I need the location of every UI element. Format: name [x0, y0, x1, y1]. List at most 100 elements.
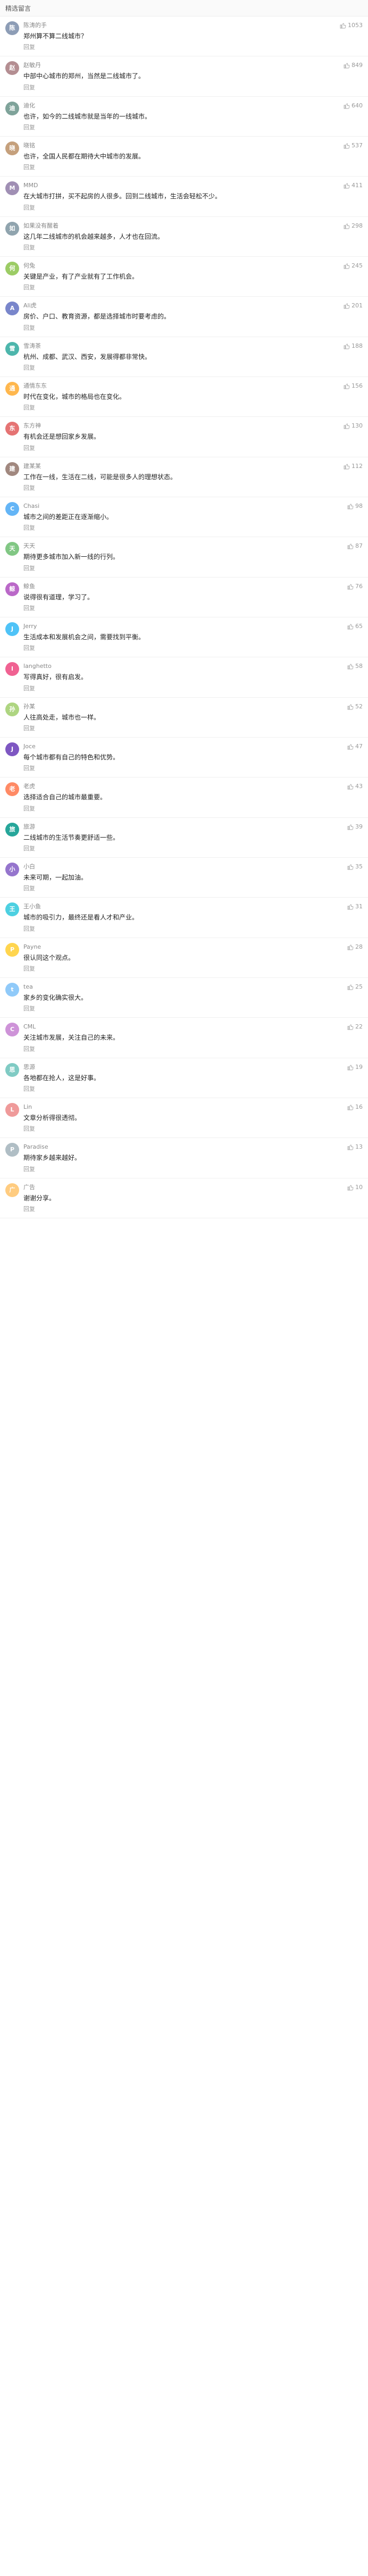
like-button[interactable]: 19 [347, 1063, 363, 1072]
reply-button[interactable]: 回复 [23, 884, 35, 893]
reply-button[interactable]: 回复 [23, 1045, 35, 1053]
like-button[interactable]: 35 [347, 863, 363, 871]
like-button[interactable]: 52 [347, 702, 363, 711]
reply-button[interactable]: 回复 [23, 404, 35, 412]
like-button[interactable]: 65 [347, 622, 363, 631]
like-button[interactable]: 31 [347, 902, 363, 911]
reply-button[interactable]: 回复 [23, 1005, 35, 1013]
reply-button[interactable]: 回复 [23, 925, 35, 933]
like-count: 19 [355, 1063, 363, 1070]
comment-text: 关键是产业，有了产业就有了工作机会。 [23, 272, 139, 280]
like-button[interactable]: 1053 [340, 21, 363, 30]
comment-text: 房价、户口、教育资源，都是选择城市时要考虑的。 [23, 313, 171, 321]
avatar[interactable]: L [5, 1102, 19, 1117]
comment-footer: 回复 [23, 123, 363, 132]
reply-button[interactable]: 回复 [23, 244, 35, 252]
reply-button[interactable]: 回复 [23, 43, 35, 52]
avatar[interactable]: 赵 [5, 61, 19, 76]
like-button[interactable]: 245 [344, 262, 363, 270]
avatar[interactable]: C [5, 501, 19, 516]
reply-button[interactable]: 回复 [23, 684, 35, 693]
avatar[interactable]: P [5, 942, 19, 957]
like-button[interactable]: 87 [347, 542, 363, 550]
reply-button[interactable]: 回复 [23, 204, 35, 212]
like-button[interactable]: 130 [344, 422, 363, 430]
like-button[interactable]: 76 [347, 582, 363, 591]
like-button[interactable]: 43 [347, 782, 363, 791]
reply-button[interactable]: 回复 [23, 604, 35, 613]
like-button[interactable]: 25 [347, 983, 363, 991]
avatar[interactable]: 广 [5, 1183, 19, 1197]
reply-button[interactable]: 回复 [23, 283, 35, 292]
avatar[interactable]: 思 [5, 1063, 19, 1077]
avatar[interactable]: 陈 [5, 21, 19, 35]
reply-button[interactable]: 回复 [23, 844, 35, 853]
avatar[interactable]: t [5, 982, 19, 997]
avatar[interactable]: 何 [5, 261, 19, 275]
like-button[interactable]: 98 [347, 502, 363, 511]
reply-button[interactable]: 回复 [23, 484, 35, 492]
avatar[interactable]: A [5, 302, 19, 316]
avatar[interactable]: 建 [5, 462, 19, 476]
avatar[interactable]: J [5, 622, 19, 636]
reply-button[interactable]: 回复 [23, 444, 35, 453]
reply-button[interactable]: 回复 [23, 364, 35, 372]
reply-button[interactable]: 回复 [23, 1205, 35, 1214]
reply-button[interactable]: 回复 [23, 324, 35, 332]
avatar[interactable]: 旅 [5, 822, 19, 837]
avatar[interactable]: 小 [5, 862, 19, 876]
like-button[interactable]: 47 [347, 742, 363, 751]
avatar[interactable]: 迪 [5, 101, 19, 115]
reply-button[interactable]: 回复 [23, 644, 35, 653]
comment-text: 有机会还是想回家乡发展。 [23, 433, 101, 441]
like-button[interactable]: 28 [347, 943, 363, 951]
reply-button[interactable]: 回复 [23, 724, 35, 733]
avatar[interactable]: 老 [5, 782, 19, 797]
like-button[interactable]: 537 [344, 141, 363, 150]
avatar[interactable]: 孙 [5, 702, 19, 716]
avatar[interactable]: P [5, 1143, 19, 1157]
like-button[interactable]: 10 [347, 1183, 363, 1192]
comment-meta: 雪涛茶 188 [23, 341, 363, 351]
avatar[interactable]: C [5, 1023, 19, 1037]
reply-button[interactable]: 回复 [23, 764, 35, 773]
avatar[interactable]: 鲸 [5, 582, 19, 596]
like-button[interactable]: 112 [344, 462, 363, 471]
comment-username: 王小鱼 [23, 903, 41, 910]
avatar[interactable]: 通 [5, 381, 19, 396]
avatar[interactable]: l [5, 662, 19, 676]
avatar[interactable]: 如 [5, 221, 19, 236]
avatar[interactable]: 天 [5, 542, 19, 556]
like-button[interactable]: 640 [344, 102, 363, 110]
reply-button[interactable]: 回复 [23, 83, 35, 92]
like-button[interactable]: 58 [347, 662, 363, 671]
avatar[interactable]: M [5, 181, 19, 196]
avatar[interactable]: 王 [5, 902, 19, 917]
reply-button[interactable]: 回复 [23, 1085, 35, 1093]
reply-button[interactable]: 回复 [23, 805, 35, 813]
comment-page: 精选留言 陈陈涛的手 1053 郑州算不算二线城市？ 回复赵赵敏丹 849 中部中心城市的… [0, 0, 368, 1218]
like-button[interactable]: 188 [344, 342, 363, 350]
like-button[interactable]: 298 [344, 222, 363, 230]
like-button[interactable]: 16 [347, 1103, 363, 1111]
comment-item: 小小白 35 未来可期，一起加油。 回复 [0, 858, 368, 898]
reply-button[interactable]: 回复 [23, 163, 35, 172]
comment-meta: 孙某 52 [23, 702, 363, 712]
like-button[interactable]: 411 [344, 181, 363, 190]
avatar[interactable]: J [5, 742, 19, 756]
reply-button[interactable]: 回复 [23, 524, 35, 532]
reply-button[interactable]: 回复 [23, 1125, 35, 1133]
avatar[interactable]: 晓 [5, 141, 19, 155]
like-button[interactable]: 39 [347, 823, 363, 831]
reply-button[interactable]: 回复 [23, 965, 35, 973]
reply-button[interactable]: 回复 [23, 1165, 35, 1174]
like-button[interactable]: 849 [344, 61, 363, 70]
avatar[interactable]: 雪 [5, 341, 19, 356]
reply-button[interactable]: 回复 [23, 123, 35, 132]
like-button[interactable]: 13 [347, 1143, 363, 1151]
reply-button[interactable]: 回复 [23, 564, 35, 573]
like-button[interactable]: 22 [347, 1023, 363, 1031]
like-button[interactable]: 156 [344, 382, 363, 390]
like-button[interactable]: 201 [344, 302, 363, 310]
avatar[interactable]: 东 [5, 422, 19, 436]
